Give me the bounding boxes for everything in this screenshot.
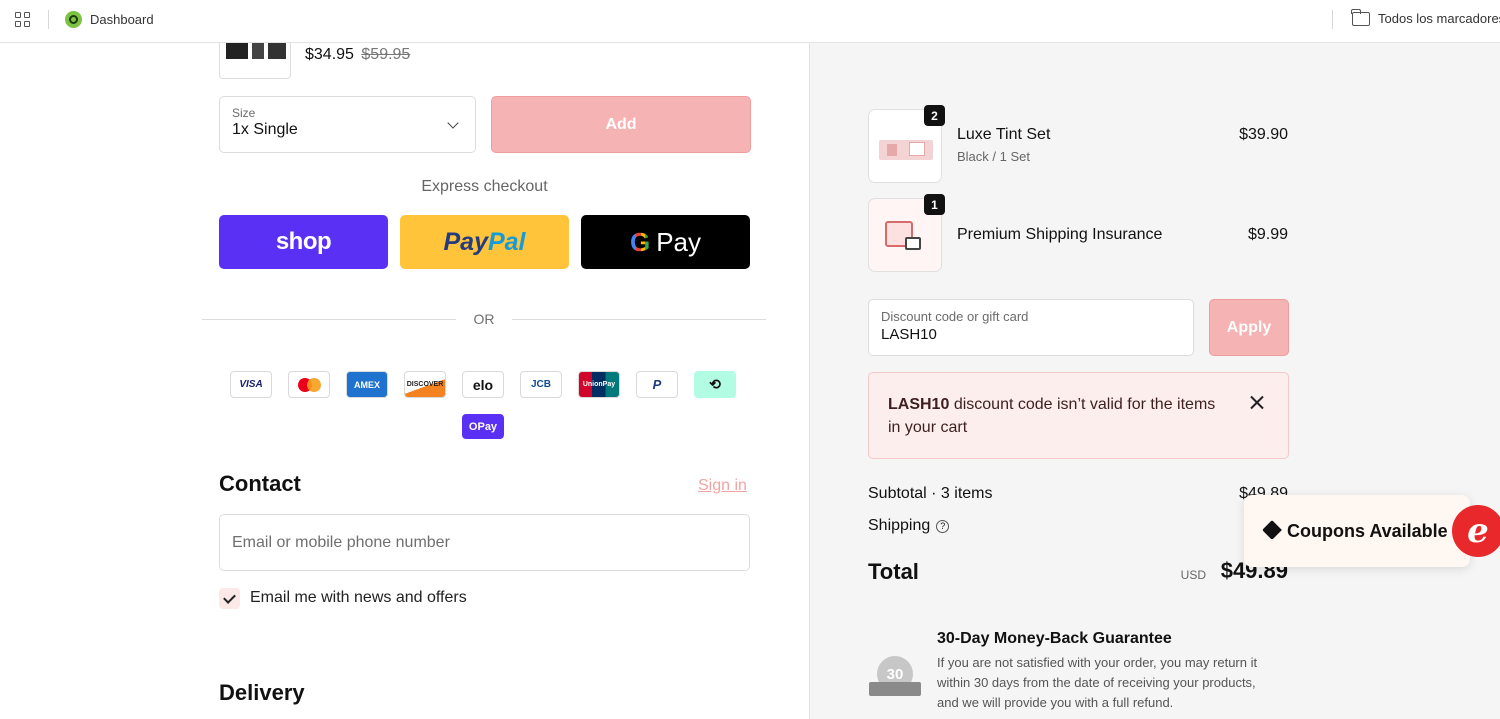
apply-discount-button[interactable]: Apply bbox=[1209, 299, 1289, 356]
newsletter-checkbox[interactable] bbox=[219, 588, 240, 609]
shop-pay-button[interactable]: shop bbox=[219, 215, 388, 269]
upsell-sale-price: $34.95 bbox=[305, 46, 354, 63]
or-divider-left bbox=[202, 319, 456, 320]
tag-icon bbox=[1262, 520, 1282, 540]
shipping-label: Shipping bbox=[868, 517, 931, 534]
folder-icon bbox=[1351, 8, 1370, 26]
discount-code-label: Discount code or gift card bbox=[881, 309, 1029, 324]
paypal-card-icon: P bbox=[636, 371, 678, 398]
guarantee-badge-icon: 30 bbox=[869, 656, 921, 702]
size-select-value: 1x Single bbox=[232, 121, 298, 138]
payment-methods-list: VISA AMEX DISCOVER elo JCB UnionPay P ⟲ … bbox=[230, 371, 740, 441]
discount-code-field[interactable]: Discount code or gift card LASH10 bbox=[868, 299, 1194, 356]
coupon-extension-logo[interactable]: e bbox=[1452, 505, 1500, 557]
amex-icon: AMEX bbox=[346, 371, 388, 398]
elo-icon: elo bbox=[462, 371, 504, 398]
guarantee-title: 30-Day Money-Back Guarantee bbox=[937, 630, 1172, 647]
newsletter-label[interactable]: Email me with news and offers bbox=[250, 589, 467, 607]
checkmark-icon bbox=[223, 590, 236, 604]
express-checkout-title: Express checkout bbox=[421, 178, 548, 195]
guarantee-text: If you are not satisfied with your order… bbox=[937, 655, 1258, 710]
bookmarks-divider bbox=[48, 10, 49, 29]
close-icon[interactable] bbox=[1250, 395, 1264, 409]
contact-heading: Contact bbox=[219, 471, 301, 496]
discount-error-code: LASH10 bbox=[888, 396, 950, 413]
subtotal-label: Subtotal · 3 items bbox=[868, 485, 993, 502]
shipping-label-row: Shipping? bbox=[868, 517, 950, 535]
cart-item-name: Luxe Tint Set bbox=[957, 126, 1051, 143]
paypal-logo-part1: Pay bbox=[443, 227, 488, 256]
coupons-available-label: Coupons Available bbox=[1287, 521, 1448, 541]
cart-item-variant: Black / 1 Set bbox=[957, 149, 1030, 164]
discount-code-value: LASH10 bbox=[881, 326, 937, 343]
cart-item-qty-badge: 2 bbox=[924, 105, 945, 126]
delivery-heading: Delivery bbox=[219, 680, 305, 705]
total-label: Total bbox=[868, 559, 919, 584]
google-pay-label: Pay bbox=[656, 226, 702, 257]
paypal-logo-part2: Pal bbox=[487, 227, 526, 256]
afterpay-icon: ⟲ bbox=[694, 371, 736, 398]
bookmark-folder-label: Todos los marcadores bbox=[1378, 11, 1500, 26]
dashboard-favicon-icon bbox=[65, 11, 82, 28]
add-upsell-button[interactable]: Add bbox=[491, 96, 751, 153]
bookmark-all-folder[interactable]: Todos los marcadores bbox=[1351, 8, 1500, 26]
or-divider-right bbox=[512, 319, 766, 320]
opay-icon: OPay bbox=[462, 414, 504, 439]
cart-item-price: $9.99 bbox=[1247, 226, 1288, 243]
coupons-available-popup[interactable]: Coupons Available bbox=[1244, 495, 1470, 567]
size-select[interactable]: Size 1x Single bbox=[219, 96, 476, 153]
bookmarks-divider bbox=[1332, 10, 1333, 29]
email-field-placeholder: Email or mobile phone number bbox=[232, 533, 450, 551]
mastercard-icon bbox=[288, 371, 330, 398]
cart-item-qty-badge: 1 bbox=[924, 194, 945, 215]
cart-item-price: $39.90 bbox=[1239, 126, 1288, 143]
shop-pay-label: shop bbox=[275, 228, 332, 255]
discover-icon: DISCOVER bbox=[404, 371, 446, 398]
google-pay-button[interactable]: G Pay bbox=[581, 215, 750, 269]
cart-item-name: Premium Shipping Insurance bbox=[957, 226, 1163, 243]
unionpay-icon: UnionPay bbox=[578, 371, 620, 398]
discount-error-banner: LASH10 discount code isn’t valid for the… bbox=[868, 372, 1289, 459]
apps-grid-icon[interactable] bbox=[15, 12, 31, 28]
paypal-button[interactable]: Pay Pal bbox=[400, 215, 569, 269]
bookmark-dashboard-label: Dashboard bbox=[90, 12, 154, 27]
bookmarks-bar: Dashboard Todos los marcadores bbox=[0, 0, 1500, 43]
email-field[interactable]: Email or mobile phone number bbox=[219, 514, 750, 571]
sign-in-link[interactable]: Sign in bbox=[698, 477, 747, 495]
jcb-icon: JCB bbox=[520, 371, 562, 398]
google-g-icon: G bbox=[629, 226, 651, 257]
upsell-product-image bbox=[219, 43, 291, 79]
size-select-label: Size bbox=[232, 106, 256, 120]
help-icon[interactable]: ? bbox=[936, 519, 950, 533]
or-divider-label: OR bbox=[473, 311, 495, 327]
upsell-price: $34.95 $59.95 bbox=[305, 46, 410, 64]
visa-icon: VISA bbox=[230, 371, 272, 398]
upsell-compare-price: $59.95 bbox=[361, 46, 411, 63]
bookmark-dashboard[interactable]: Dashboard bbox=[65, 11, 154, 28]
